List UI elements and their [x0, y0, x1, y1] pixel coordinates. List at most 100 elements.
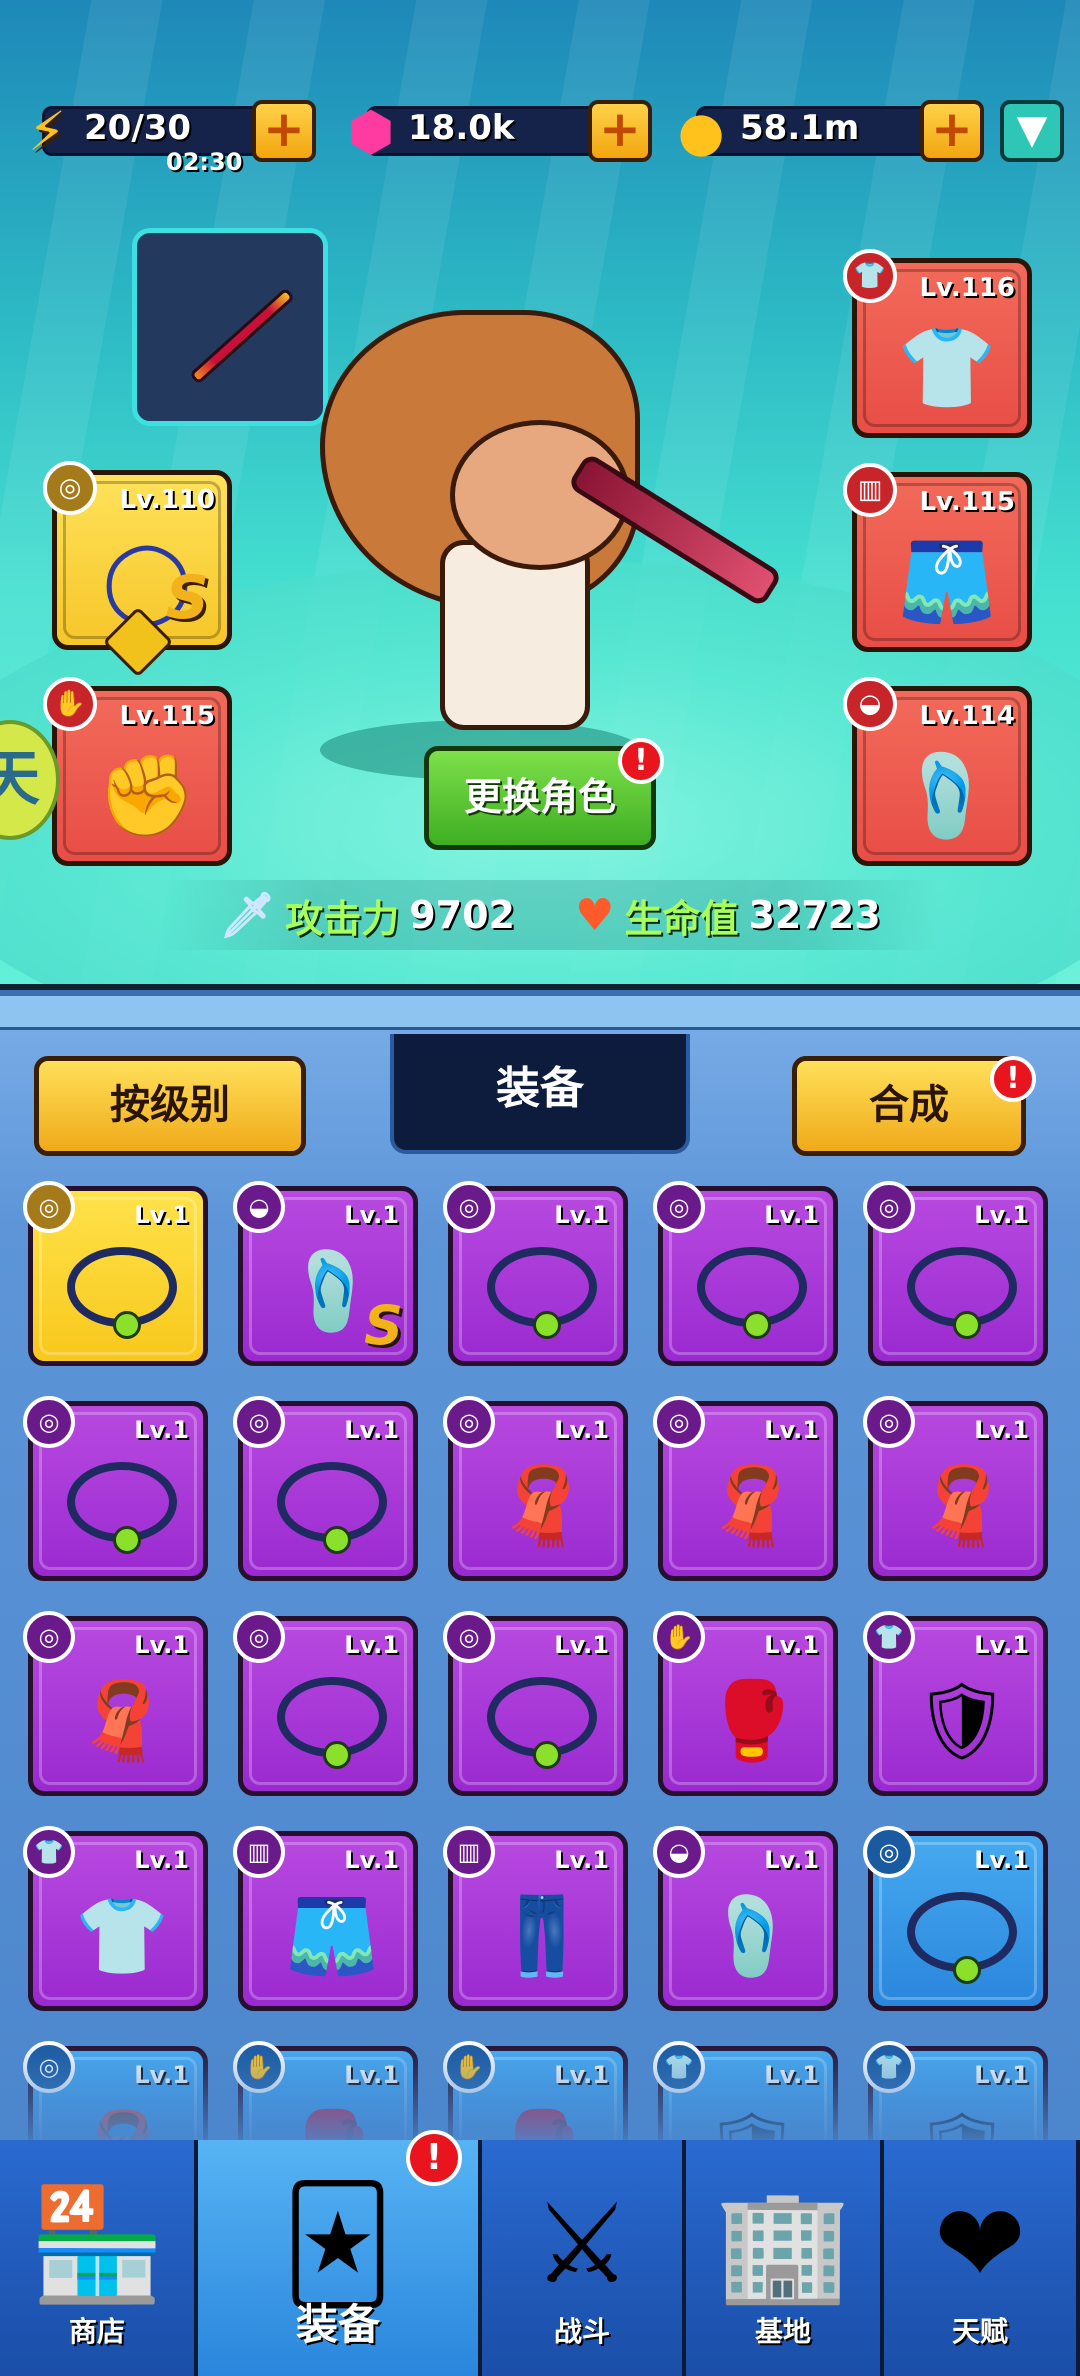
shield-gem-icon[interactable]: ▼ — [1000, 100, 1064, 162]
inventory-item[interactable]: ◎ Lv.1 — [863, 1181, 1048, 1366]
glove-icon: ✊ — [97, 749, 197, 842]
item-type-icon: 👕 — [863, 1611, 915, 1663]
glove-slot[interactable]: ✋ Lv.115 ✊ — [43, 677, 232, 866]
heart-icon: ♥ — [574, 889, 615, 941]
necklace-slot[interactable]: ◎ Lv.110 ◯ S — [43, 461, 232, 678]
inventory-item[interactable]: ◒ Lv.1 🩴 S — [233, 1181, 418, 1366]
item-type-icon: ◎ — [443, 1611, 495, 1663]
shorts-icon: 🩳 — [284, 1891, 380, 1980]
necklace-icon — [907, 1247, 1017, 1339]
bottom-nav: 🏪 商店 🃏 装备 ⚔ 战斗 🏢 基地 ❤ 天赋 — [0, 2140, 1080, 2376]
add-energy-button[interactable]: + — [252, 100, 316, 162]
shop-icon: 🏪 — [28, 2180, 166, 2308]
inventory-item[interactable]: ▥ Lv.1 👖 — [443, 1826, 628, 2011]
item-level: Lv.1 — [974, 1631, 1029, 1659]
battle-icon: ⚔ — [532, 2180, 632, 2308]
inventory-item[interactable]: ◒ Lv.1 🩴 — [653, 1826, 838, 2011]
slot-level: Lv.116 — [919, 273, 1015, 303]
shoe-icon: 🩴 — [704, 1891, 800, 1980]
nav-label: 天赋 — [951, 2315, 1008, 2348]
alert-badge: ! — [990, 1056, 1036, 1102]
item-type-icon: ◎ — [863, 1826, 915, 1878]
necklace-icon — [487, 1677, 597, 1769]
equipment-icon: 🃏 — [281, 2180, 395, 2308]
inventory-item[interactable]: ◎ Lv.1 — [653, 1181, 838, 1366]
item-level: Lv.1 — [134, 1631, 189, 1659]
inventory-item[interactable]: ◎ Lv.1 — [233, 1396, 418, 1581]
inventory-item[interactable]: ◎ Lv.1 — [863, 1826, 1048, 2011]
slot-level: Lv.115 — [119, 701, 215, 731]
item-level: Lv.1 — [764, 1201, 819, 1229]
inventory-item[interactable]: ◎ Lv.1 — [23, 1181, 208, 1366]
monkey-character — [300, 310, 784, 780]
sort-by-level-button[interactable]: 按级别 — [34, 1056, 306, 1156]
item-type-icon: ◒ — [233, 1181, 285, 1233]
necklace-type-icon: ◎ — [43, 461, 97, 515]
add-coins-button[interactable]: + — [920, 100, 984, 162]
shirt-icon: 👕 — [897, 321, 997, 414]
grade-label: S — [165, 563, 209, 633]
stats-bar: 🗡 攻击力 9702 ♥ 生命值 32723 — [160, 880, 940, 950]
item-level: Lv.1 — [554, 1416, 609, 1444]
item-type-icon: ◎ — [233, 1396, 285, 1448]
item-level: Lv.1 — [344, 1631, 399, 1659]
inventory-item[interactable]: ◎ Lv.1 — [443, 1181, 628, 1366]
necklace-icon — [697, 1247, 807, 1339]
item-level: Lv.1 — [554, 1631, 609, 1659]
item-level: Lv.1 — [974, 1201, 1029, 1229]
item-type-icon: ◎ — [233, 1611, 285, 1663]
inventory-item[interactable]: ▥ Lv.1 🩳 — [233, 1826, 418, 2011]
inventory-item[interactable]: ◎ Lv.1 🧣 — [863, 1396, 1048, 1581]
inventory-item[interactable]: ◎ Lv.1 — [23, 1396, 208, 1581]
item-level: Lv.1 — [344, 1416, 399, 1444]
staff-icon — [189, 287, 295, 385]
inventory-item[interactable]: 👕 Lv.1 👕 — [23, 1826, 208, 2011]
item-level: Lv.1 — [134, 1416, 189, 1444]
item-type-icon: ◎ — [863, 1181, 915, 1233]
necklace-icon — [907, 1892, 1017, 1984]
nav-label: 商店 — [68, 2315, 125, 2348]
necklace-icon — [277, 1677, 387, 1769]
nav-battle[interactable]: ⚔ 战斗 — [482, 2140, 686, 2376]
necklace-icon — [277, 1462, 387, 1554]
inventory-item[interactable]: ◎ Lv.1 🧣 — [653, 1396, 838, 1581]
character-panel: ⚡ 20/30 + 02:30 ⬢ 18.0k + ● 58.1m + ▼ ◎ … — [0, 0, 1080, 990]
nav-label: 基地 — [754, 2315, 811, 2348]
inventory-item[interactable]: ◎ Lv.1 — [443, 1611, 628, 1796]
nav-base[interactable]: 🏢 基地 — [686, 2140, 884, 2376]
shoe-slot[interactable]: ◒ Lv.114 🩴 — [843, 677, 1032, 866]
item-level: Lv.1 — [764, 1846, 819, 1874]
gem-value: 18.0k — [408, 108, 515, 148]
inventory-item[interactable]: ◎ Lv.1 🧣 — [23, 1611, 208, 1796]
item-level: Lv.1 — [764, 1416, 819, 1444]
energy-value: 20/30 — [84, 108, 192, 148]
gem-counter: ⬢ 18.0k + — [336, 100, 656, 163]
nav-shop[interactable]: 🏪 商店 — [0, 2140, 198, 2376]
inventory-panel: 按级别 装备 合成 ! ◎ Lv.1 ◒ Lv.1 🩴 S ◎ Lv.1 ◎ Lv.1 ◎ Lv.1 ◎… — [0, 996, 1080, 2226]
item-level: Lv.1 — [554, 1846, 609, 1874]
grade-label: S — [364, 1294, 403, 1357]
energy-timer: 02:30 — [166, 148, 243, 176]
scarf-icon: 🧣 — [494, 1461, 590, 1550]
item-level: Lv.1 — [554, 1201, 609, 1229]
nav-talent[interactable]: ❤ 天赋 — [884, 2140, 1080, 2376]
item-type-icon: ▥ — [443, 1826, 495, 1878]
slot-level: Lv.114 — [919, 701, 1015, 731]
add-gems-button[interactable]: + — [588, 100, 652, 162]
shorts-slot[interactable]: ▥ Lv.115 🩳 — [843, 463, 1032, 652]
necklace-icon — [487, 1247, 597, 1339]
inventory-item[interactable]: ◎ Lv.1 🧣 — [443, 1396, 628, 1581]
item-type-icon: ◎ — [653, 1396, 705, 1448]
inventory-item[interactable]: ◎ Lv.1 — [233, 1611, 418, 1796]
weapon-slot[interactable] — [132, 228, 328, 426]
coin-icon: ● — [677, 99, 725, 163]
inventory-item[interactable]: ✋ Lv.1 🥊 — [653, 1611, 838, 1796]
item-level: Lv.1 — [344, 1201, 399, 1229]
item-type-icon: ◎ — [23, 1181, 75, 1233]
inventory-item[interactable]: 👕 Lv.1 🛡 — [863, 1611, 1048, 1796]
item-type-icon: ✋ — [653, 1611, 705, 1663]
shirt-slot[interactable]: 👕 Lv.116 👕 — [843, 249, 1032, 438]
hp-stat: ♥ 生命值 32723 — [574, 889, 881, 941]
shoe-icon: 🩴 — [897, 749, 997, 842]
alert-badge: ! — [618, 738, 664, 784]
